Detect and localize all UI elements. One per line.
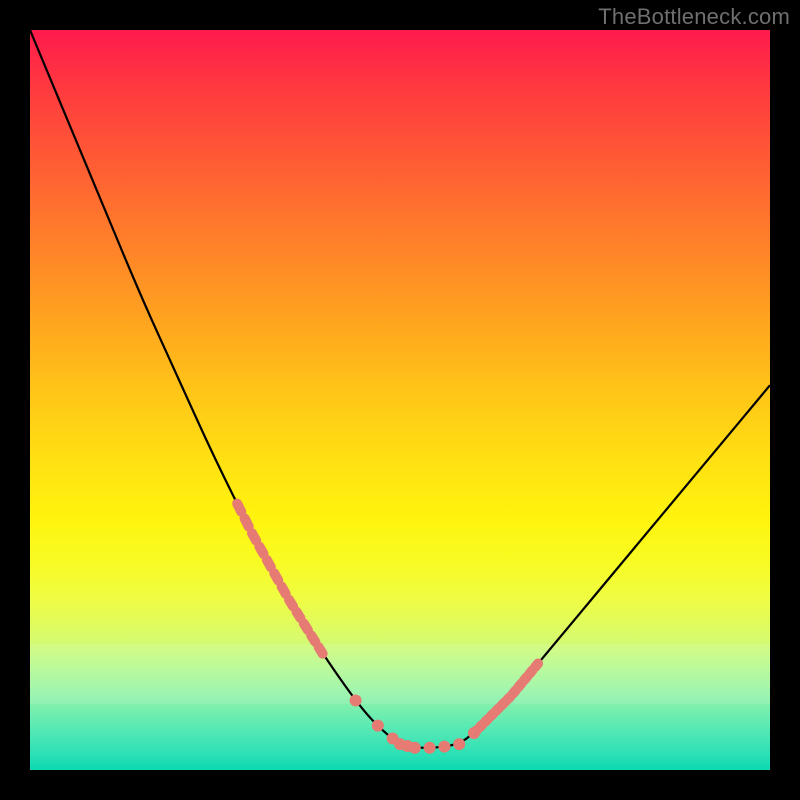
chart-frame: TheBottleneck.com	[0, 0, 800, 800]
bottleneck-curve-path	[30, 30, 770, 748]
watermark-text: TheBottleneck.com	[598, 4, 790, 30]
highlight-left	[237, 504, 322, 654]
highlight-right	[474, 663, 538, 733]
plot-area	[30, 30, 770, 770]
floor-markers	[350, 694, 480, 753]
bottleneck-curve-svg	[30, 30, 770, 770]
